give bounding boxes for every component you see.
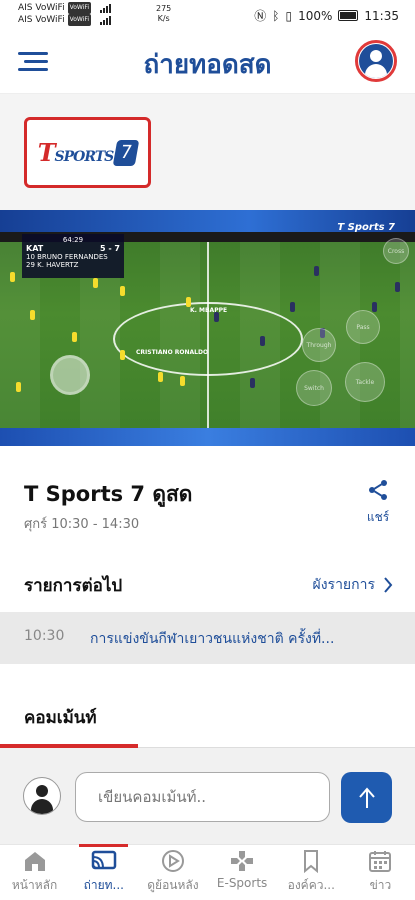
nav-item-live[interactable]: ถ่ายท... <box>69 844 138 900</box>
video-player[interactable]: T Sports 7 K. MBAPPE CRISTIANO RONALDO 6… <box>0 210 415 446</box>
player-label-mbappe: K. MBAPPE <box>190 307 228 314</box>
bluetooth-icon: ᛒ <box>272 8 280 23</box>
pad-button-switch: Switch <box>296 370 332 406</box>
pad-button-through: Through <box>302 328 336 362</box>
next-program-title: รายการต่อไป <box>24 576 123 596</box>
logo-sports: SPORTS <box>54 149 115 165</box>
next-program-item[interactable]: 10:30 การแข่งขันกีฬาเยาวชนแห่งชาติ ครั้ง… <box>0 612 415 664</box>
comment-composer <box>0 748 415 844</box>
match-clock: 64:29 <box>62 236 84 244</box>
schedule-link[interactable]: ผังรายการ <box>313 574 393 596</box>
status-bar: AIS VoWiFi VoWiFi AIS VoWiFi VoWiFi 275 … <box>0 0 415 30</box>
cast-icon <box>91 850 116 870</box>
carrier-2: AIS VoWiFi <box>18 15 65 25</box>
nav-label-live: ถ่ายท... <box>83 878 124 892</box>
clock: 11:35 <box>364 8 399 23</box>
channel-logo-band: TSPORTS 7 <box>0 94 415 210</box>
nav-active-indicator <box>79 844 129 847</box>
share-icon <box>369 480 387 500</box>
send-button[interactable] <box>341 772 392 823</box>
profile-button[interactable] <box>355 40 397 82</box>
nav-item-news[interactable]: ข่าว <box>346 845 415 900</box>
team-name: KAT <box>26 244 44 253</box>
nav-label-knowledge: องค์คว... <box>287 878 335 892</box>
pad-button-pass: Pass <box>346 310 380 344</box>
vowifi-badge: VoWiFi <box>67 2 92 14</box>
program-time: ศุกร์ 10:30 - 14:30 <box>24 517 140 532</box>
nav-label-news: ข่าว <box>369 878 392 892</box>
scoreboard: 64:29 KAT 5 - 7 10 BRUNO FERNANDES 29 K.… <box>22 234 124 278</box>
video-bottom-band <box>0 428 415 446</box>
logo-t: T <box>37 138 56 167</box>
home-icon <box>24 852 45 871</box>
pad-button-tackle: Tackle <box>345 362 385 402</box>
logo-wordmark: TSPORTS <box>37 138 115 167</box>
speed-unit: K/s <box>157 14 170 23</box>
comment-input[interactable] <box>75 772 330 822</box>
share-label: แชร์ <box>366 510 390 524</box>
nav-item-home[interactable]: หน้าหลัก <box>0 845 69 900</box>
carrier-info: AIS VoWiFi VoWiFi AIS VoWiFi VoWiFi <box>18 2 112 26</box>
network-speed: 275 K/s <box>156 4 171 24</box>
nav-item-knowledge[interactable]: องค์คว... <box>277 845 346 900</box>
tab-comments[interactable]: คอมเม้นท์ <box>24 704 97 731</box>
status-right: Ⓝ ᛒ ▯ 100% 11:35 <box>254 7 399 24</box>
comment-tab-bar: คอมเม้นท์ <box>0 664 415 748</box>
player-line-1: 10 BRUNO FERNANDES <box>26 253 108 261</box>
channel-logo[interactable]: TSPORTS 7 <box>24 117 151 188</box>
calendar-icon <box>369 851 392 872</box>
chevron-right-icon <box>384 577 393 593</box>
battery-icon <box>338 10 359 21</box>
signal-icon-2 <box>100 15 112 25</box>
logo-seven: 7 <box>113 139 140 166</box>
vibrate-icon: ▯ <box>285 8 293 23</box>
nav-item-esports[interactable]: E-Sports <box>208 845 277 900</box>
user-icon <box>359 44 393 78</box>
next-program-name: การแข่งขันกีฬาเยาวชนแห่งชาติ ครั้งที่... <box>90 631 335 647</box>
pad-button-cross: Cross <box>383 238 409 264</box>
nav-label-home: หน้าหลัก <box>11 878 58 892</box>
vowifi-badge-2: VoWiFi <box>67 14 92 26</box>
signal-icon <box>100 3 112 13</box>
player-line-2: 29 K. HAVERTZ <box>26 261 79 269</box>
page-title: ถ่ายทอดสด <box>143 50 272 80</box>
nav-label-replay: ดูย้อนหลัง <box>147 878 199 892</box>
match-score: 5 - 7 <box>99 244 120 253</box>
arrow-up-icon <box>358 786 375 808</box>
joystick-control <box>50 355 90 395</box>
next-program-time: 10:30 <box>24 628 65 644</box>
nav-item-replay[interactable]: ดูย้อนหลัง <box>138 845 207 900</box>
app-header: ถ่ายทอดสด <box>0 30 415 94</box>
speed-value: 275 <box>156 4 172 13</box>
gamepad-icon <box>231 851 254 871</box>
avatar <box>23 777 61 815</box>
share-button[interactable]: แชร์ <box>363 478 393 527</box>
battery-percent: 100% <box>298 8 333 23</box>
carrier-1: AIS VoWiFi <box>18 3 65 13</box>
nav-label-esports: E-Sports <box>216 876 268 890</box>
bookmark-icon <box>304 850 319 873</box>
bottom-navigation: หน้าหลัก ถ่ายท... ดูย้อนหลัง E-Sports อง… <box>0 844 415 900</box>
player-label-ronaldo: CRISTIANO RONALDO <box>136 349 209 356</box>
nfc-icon: Ⓝ <box>254 9 267 23</box>
next-program-header: รายการต่อไป ผังรายการ <box>0 558 415 612</box>
channel-name: T Sports 7 ดูสด <box>24 482 193 506</box>
play-icon <box>161 850 184 872</box>
schedule-link-label: ผังรายการ <box>312 577 375 593</box>
program-info: T Sports 7 ดูสด ศุกร์ 10:30 - 14:30 แชร์ <box>0 446 415 558</box>
